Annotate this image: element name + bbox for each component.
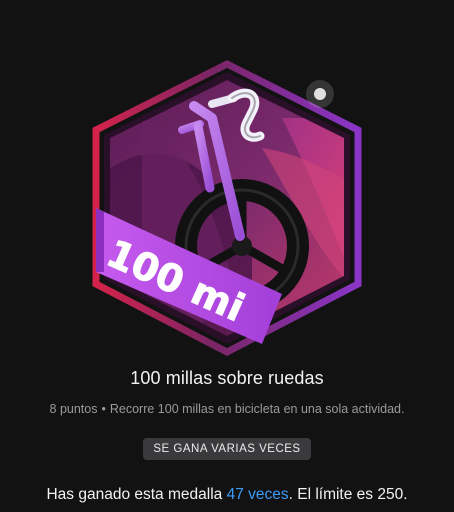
badge-title: 100 millas sobre ruedas (130, 368, 324, 388)
badge-requirement: Recorre 100 millas en bicicleta en una s… (109, 402, 405, 416)
description-separator: • (101, 402, 106, 416)
badge-detail-screen: 100 mi 100 millas sobre ruedas 8 puntos •… (0, 0, 454, 512)
sparkle-icon (306, 80, 334, 108)
repeatable-chip: SE GANA VARIAS VECES (143, 438, 311, 460)
earned-summary: Has ganado esta medalla 47 veces. El lím… (0, 486, 454, 504)
badge-points: 8 puntos (49, 402, 98, 416)
earned-suffix: . El límite es 250. (288, 486, 408, 503)
badge-description: 8 puntos • Recorre 100 millas en bicicleta… (0, 402, 454, 416)
earned-prefix: Has ganado esta medalla (46, 486, 227, 503)
badge-medal: 100 mi (82, 58, 372, 358)
earned-count-link[interactable]: 47 veces (227, 486, 289, 503)
